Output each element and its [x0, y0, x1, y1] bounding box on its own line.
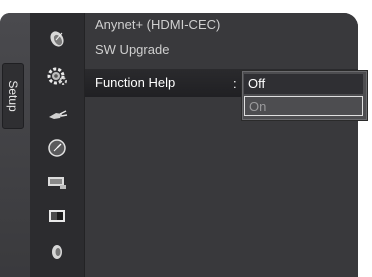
category-icon-column	[30, 13, 85, 277]
menu-item-sw-upgrade-label: SW Upgrade	[95, 42, 170, 57]
tab-setup-label: Setup	[6, 80, 20, 112]
menu-item-function-help[interactable]: Function Help	[95, 75, 175, 90]
option-off-label: Off	[248, 76, 266, 91]
menu-item-anynet[interactable]: Anynet+ (HDMI-CEC)	[95, 17, 220, 32]
menu-item-sw-upgrade[interactable]: SW Upgrade	[95, 42, 169, 57]
menu-item-function-help-label: Function Help	[95, 75, 176, 90]
osd-menu-panel: Setup Anynet+ (HDMI-CEC) SW Upgrade Func…	[0, 13, 358, 277]
picture-settings-icon[interactable]	[46, 171, 68, 193]
satellite-dish-icon[interactable]	[46, 29, 68, 51]
menu-item-anynet-label: Anynet+ (HDMI-CEC)	[95, 17, 221, 32]
input-plug-icon[interactable]	[46, 104, 68, 126]
option-on-label: On	[249, 99, 267, 114]
option-on[interactable]: On	[244, 96, 363, 116]
screen-icon[interactable]	[46, 205, 68, 227]
value-separator: :	[233, 76, 237, 91]
menu-list: Anynet+ (HDMI-CEC) SW Upgrade Function H…	[85, 13, 358, 277]
option-popup: Off On	[241, 70, 368, 121]
tab-setup[interactable]: Setup	[2, 63, 24, 129]
option-off[interactable]: Off	[244, 74, 363, 94]
setup-gear-icon[interactable]	[46, 65, 68, 87]
sound-speaker-icon[interactable]	[46, 241, 68, 263]
clock-icon[interactable]	[46, 137, 68, 159]
category-tab-column: Setup	[0, 13, 30, 277]
